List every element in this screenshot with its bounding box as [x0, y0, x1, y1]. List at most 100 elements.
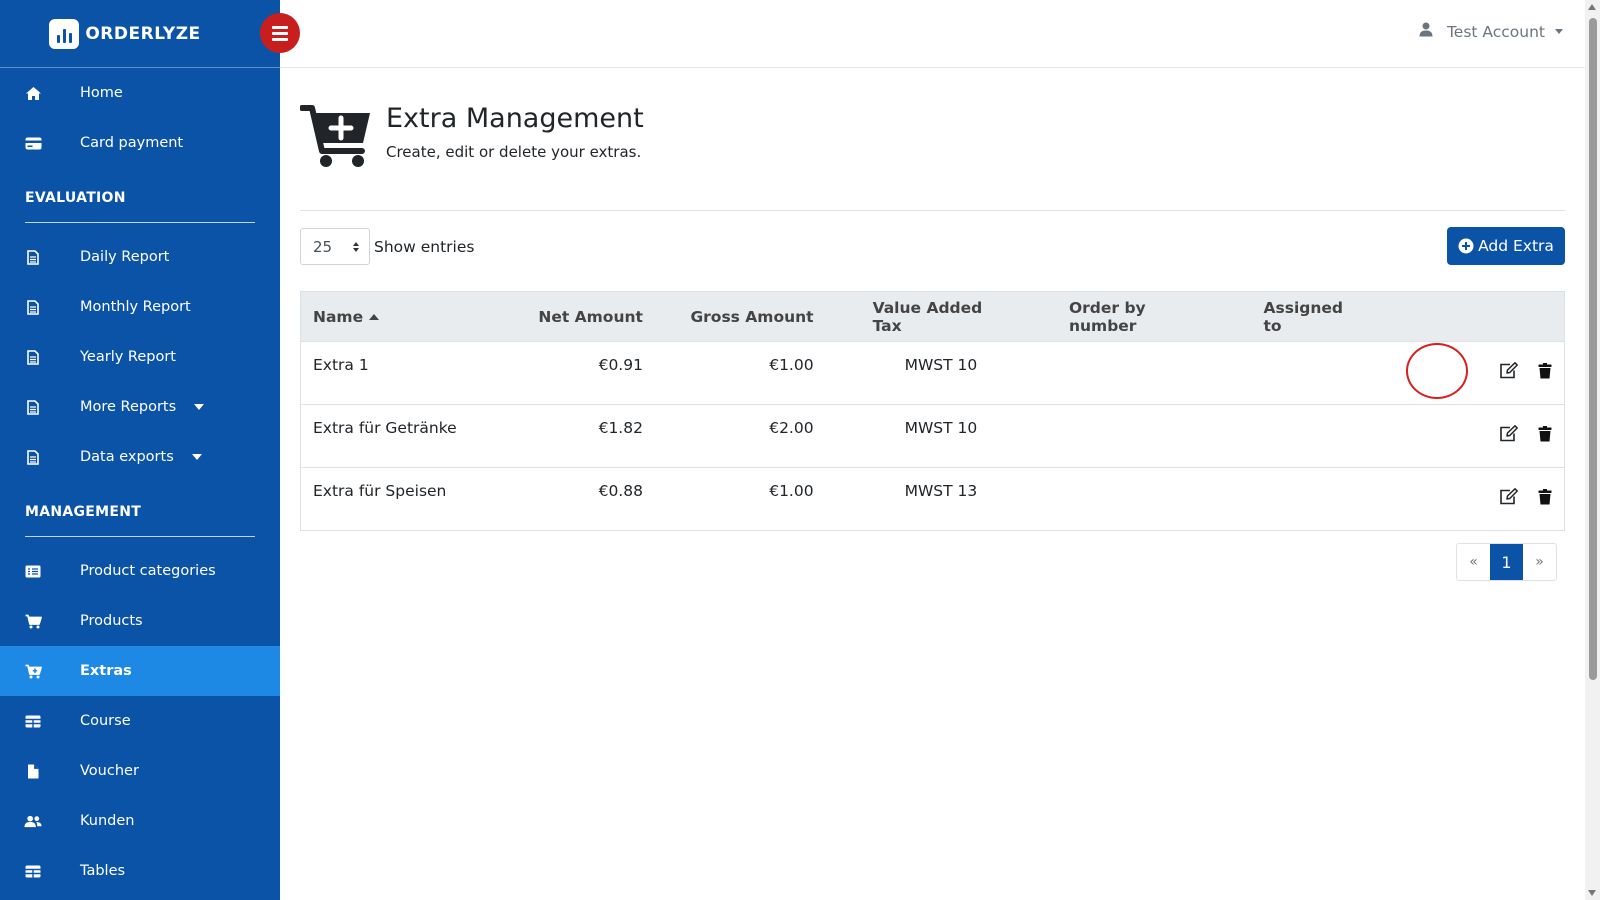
table-header-row: Name Net Amount Gross Amount Value Added… — [300, 291, 1565, 342]
hamburger-icon — [272, 25, 288, 29]
brand[interactable]: ORDERLYZE — [0, 0, 280, 68]
cell-net-amount: €1.82 — [518, 404, 655, 468]
sidebar-item-label: Extras — [80, 663, 132, 679]
column-header-name[interactable]: Name — [300, 291, 519, 342]
column-label: Order by number — [1068, 298, 1146, 335]
sidebar-item-card-payment[interactable]: Card payment — [0, 118, 280, 168]
table-icon — [24, 712, 42, 730]
cart-icon — [24, 612, 42, 630]
main-content: Extra Management Create, edit or delete … — [280, 68, 1585, 900]
page-title: Extra Management — [386, 103, 644, 134]
section-heading: EVALUATION — [25, 190, 126, 206]
column-header-net-amount[interactable]: Net Amount — [518, 291, 655, 342]
sidebar-item-tables[interactable]: Tables — [0, 846, 280, 896]
home-icon — [24, 84, 42, 102]
cell-actions — [1374, 467, 1565, 531]
column-label: Net Amount — [538, 307, 643, 326]
add-extra-button[interactable]: Add Extra — [1447, 227, 1565, 265]
sidebar-nav-evaluation: Daily Report Monthly Report Yearly Repor… — [0, 232, 280, 482]
document-icon — [24, 298, 42, 316]
sidebar-item-kunden[interactable]: Kunden — [0, 796, 280, 846]
cell-gross-amount: €1.00 — [654, 467, 826, 531]
sidebar-heading-management: MANAGEMENT — [0, 482, 280, 546]
sidebar-item-products[interactable]: Products — [0, 596, 280, 646]
sidebar-item-yearly-report[interactable]: Yearly Report — [0, 332, 280, 382]
column-header-order-by-number[interactable]: Order by number — [1020, 291, 1216, 342]
edit-icon[interactable] — [1499, 425, 1518, 442]
sidebar-item-monthly-report[interactable]: Monthly Report — [0, 282, 280, 332]
pagination-page-1[interactable]: 1 — [1490, 544, 1523, 580]
sidebar-item-label: More Reports — [80, 399, 177, 415]
page-heading-text: Extra Management Create, edit or delete … — [386, 103, 644, 161]
sort-arrows-icon — [353, 241, 359, 252]
page-size-value: 25 — [313, 237, 333, 256]
sidebar-item-label: Card payment — [80, 135, 184, 151]
show-entries-label: Show entries — [374, 237, 475, 256]
cell-assigned-to — [1215, 404, 1374, 468]
page-scrollbar[interactable] — [1585, 0, 1600, 900]
sidebar-item-daily-report[interactable]: Daily Report — [0, 232, 280, 282]
column-header-gross-amount[interactable]: Gross Amount — [654, 291, 826, 342]
column-header-assigned-to[interactable]: Assigned to — [1215, 291, 1374, 342]
trash-icon[interactable] — [1538, 425, 1552, 442]
caret-down-icon — [1555, 29, 1563, 34]
cell-name: Extra für Getränke — [300, 404, 519, 468]
sidebar-item-voucher[interactable]: Voucher — [0, 746, 280, 796]
cell-order-by-number — [1020, 341, 1216, 405]
account-name: Test Account — [1446, 22, 1545, 41]
cart-plus-icon — [24, 662, 42, 680]
sidebar-item-product-categories[interactable]: Product categories — [0, 546, 280, 596]
scroll-down-icon[interactable] — [1588, 890, 1596, 896]
column-label: Value Added Tax — [872, 298, 983, 335]
cell-actions — [1374, 341, 1565, 405]
trash-icon[interactable] — [1538, 488, 1552, 505]
caret-down-icon — [194, 404, 205, 410]
menu-toggle-button[interactable] — [260, 13, 300, 53]
scroll-up-icon[interactable] — [1588, 4, 1596, 10]
table-row: Extra für Getränke €1.82 €2.00 MWST 10 — [300, 404, 1565, 468]
table-icon — [24, 862, 42, 880]
sidebar-item-label: Tables — [80, 863, 126, 879]
scrollbar-thumb[interactable] — [1589, 18, 1597, 680]
account-menu[interactable]: Test Account — [1419, 22, 1563, 41]
cell-gross-amount: €2.00 — [654, 404, 826, 468]
cell-vat: MWST 10 — [825, 404, 1021, 468]
divider — [300, 210, 1565, 211]
sidebar-item-extras[interactable]: Extras — [0, 646, 280, 696]
sidebar-item-data-exports[interactable]: Data exports — [0, 432, 280, 482]
pagination-prev[interactable]: « — [1457, 544, 1490, 580]
document-icon — [24, 348, 42, 366]
sidebar-item-home[interactable]: Home — [0, 68, 280, 118]
column-label: Gross Amount — [690, 307, 814, 326]
section-heading: MANAGEMENT — [25, 504, 142, 520]
user-icon — [1419, 22, 1433, 41]
entries-control: 25 Show entries — [300, 228, 474, 265]
page-size-select[interactable]: 25 — [300, 228, 370, 265]
file-icon — [24, 762, 42, 780]
trash-icon[interactable] — [1538, 362, 1552, 379]
sidebar-nav: Home Card payment — [0, 68, 280, 168]
cell-assigned-to — [1215, 467, 1374, 531]
edit-icon[interactable] — [1499, 362, 1518, 379]
cell-name: Extra 1 — [300, 341, 519, 405]
column-label: Name — [313, 307, 364, 326]
pagination-next[interactable]: » — [1523, 544, 1556, 580]
sidebar-item-label: Home — [80, 85, 123, 101]
sidebar-item-more-reports[interactable]: More Reports — [0, 382, 280, 432]
sidebar-item-course[interactable]: Course — [0, 696, 280, 746]
edit-icon[interactable] — [1499, 488, 1518, 505]
hamburger-icon — [272, 37, 288, 41]
caret-down-icon — [191, 454, 202, 460]
sidebar-heading-evaluation: EVALUATION — [0, 168, 280, 232]
brand-name: ORDERLYZE — [85, 23, 201, 44]
add-extra-label: Add Extra — [1478, 237, 1554, 255]
sidebar-item-label: Kunden — [80, 813, 135, 829]
column-header-vat[interactable]: Value Added Tax — [825, 291, 1021, 342]
hamburger-icon — [272, 31, 288, 35]
column-label: Assigned to — [1263, 298, 1344, 335]
sidebar-item-label: Course — [80, 713, 131, 729]
plus-circle-icon — [1458, 238, 1474, 254]
logo-icon — [49, 18, 80, 49]
cell-gross-amount: €1.00 — [654, 341, 826, 405]
page-subtitle: Create, edit or delete your extras. — [386, 143, 642, 161]
